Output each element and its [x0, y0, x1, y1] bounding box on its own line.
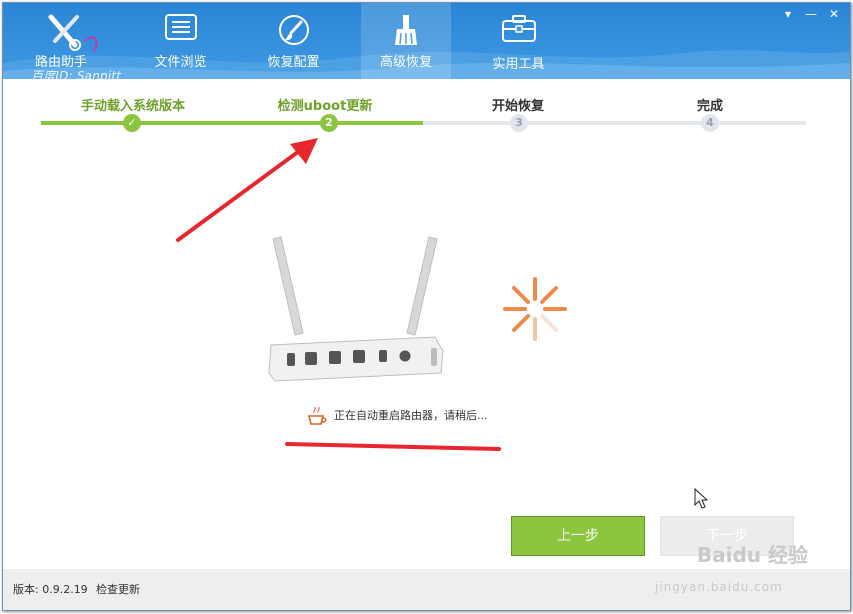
- app-window: 路由助手 百度ID: Sanpitt 文件浏览 恢复配置 高级恢复 实用工具 ▾…: [2, 2, 851, 611]
- progress-track-done: [41, 121, 423, 125]
- paintbrush-icon: [278, 15, 309, 45]
- tab-label: 恢复配置: [267, 55, 320, 70]
- mouse-cursor-icon: [694, 488, 709, 509]
- tab-label: 实用工具: [492, 57, 545, 72]
- version-label: 版本: 0.9.2.19: [13, 583, 88, 596]
- step-label-start-restore: 开始恢复: [491, 99, 545, 114]
- router-illustration: [268, 236, 444, 382]
- tab-restore-config[interactable]: 恢复配置: [246, 3, 341, 79]
- minimize-button[interactable]: —: [803, 7, 819, 21]
- progress-track-remaining: [423, 121, 806, 125]
- prev-step-button[interactable]: 上一步: [511, 516, 645, 556]
- step-label-load-version: 手动载入系统版本: [80, 99, 186, 114]
- step-label-complete: 完成: [696, 99, 724, 114]
- tab-utilities[interactable]: 实用工具: [471, 3, 566, 79]
- brand: 路由助手 百度ID: Sanpitt: [31, 11, 141, 79]
- header-bar: 路由助手 百度ID: Sanpitt 文件浏览 恢复配置 高级恢复 实用工具 ▾…: [3, 3, 850, 79]
- baidu-site-watermark: jingyan.baidu.com: [655, 580, 783, 594]
- step-label-check-uboot: 检测uboot更新: [277, 99, 373, 114]
- baidu-watermark: Baidu 经验: [696, 543, 808, 567]
- status-message: 正在自动重启路由器，请稍后...: [334, 409, 488, 422]
- tab-label: 文件浏览: [154, 55, 207, 70]
- close-button[interactable]: ✕: [826, 7, 842, 21]
- tab-label: 高级恢复: [379, 55, 432, 70]
- router-tools-logo-icon: [48, 14, 98, 52]
- step-3-dot: 3: [510, 114, 528, 132]
- tab-file-browse[interactable]: 文件浏览: [133, 3, 228, 79]
- annotation-underline: [285, 442, 501, 451]
- file-list-icon: [164, 14, 197, 40]
- coffee-cup-icon: [307, 406, 327, 425]
- broom-icon: [395, 15, 417, 45]
- annotation-arrow: [176, 138, 318, 242]
- tab-advanced-restore[interactable]: 高级恢复: [361, 3, 451, 79]
- watermark-baidu-id: 百度ID: Sanpitt: [31, 69, 122, 79]
- toolbox-icon: [501, 15, 536, 42]
- menu-dropdown-button[interactable]: ▾: [780, 7, 796, 21]
- step-progress: 手动载入系统版本 检测uboot更新 开始恢复 完成 ✓ 2 3 4: [3, 81, 850, 141]
- loading-spinner-icon: [503, 277, 567, 341]
- step-check-icon: ✓: [123, 114, 141, 132]
- check-update-link[interactable]: 检查更新: [96, 581, 140, 597]
- step-4-dot: 4: [701, 114, 719, 132]
